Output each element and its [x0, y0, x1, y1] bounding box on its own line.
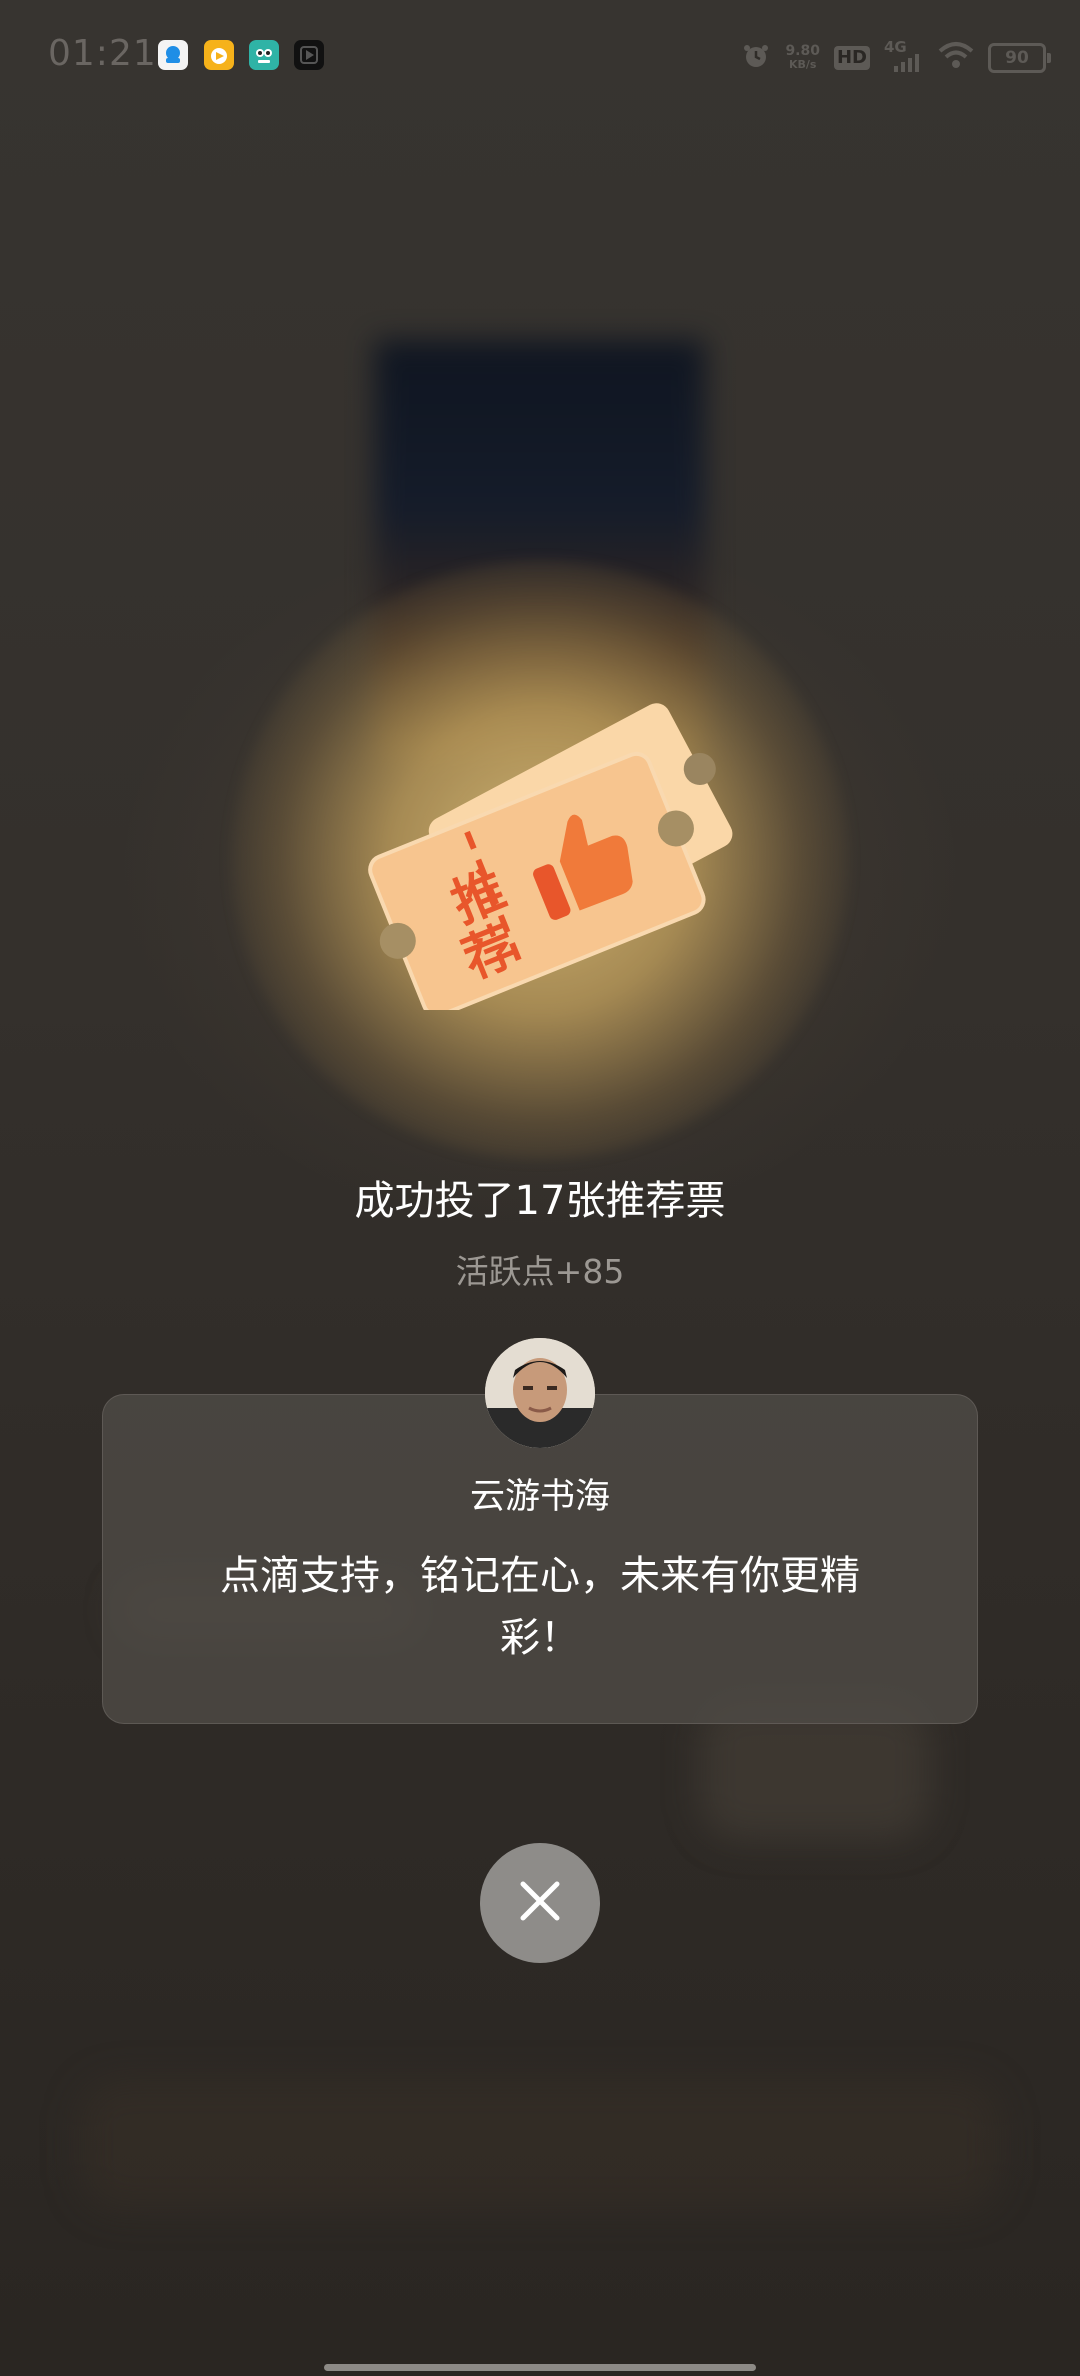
status-icons: 9.80 KB/s HD 4G 90 — [741, 38, 1051, 78]
activity-points: 活跃点+85 — [455, 1252, 625, 1291]
author-message: 点滴支持，铭记在心，未来有你更精彩！ — [220, 1553, 860, 1661]
qq-icon — [158, 40, 188, 70]
status-time: 01:21 — [48, 33, 157, 74]
network-speed: 9.80 KB/s — [785, 44, 820, 72]
author-avatar[interactable] — [485, 1338, 595, 1448]
blurred-bottom-block — [80, 2080, 1000, 2210]
recommend-ticket-illustration: 推 荐 — [365, 680, 745, 1018]
video-app-icon — [204, 40, 234, 70]
battery-icon: 90 — [988, 43, 1051, 73]
owl-app-icon — [249, 40, 279, 70]
network-speed-value: 9.80 — [785, 43, 820, 59]
alarm-icon — [741, 41, 771, 75]
home-indicator[interactable] — [324, 2364, 756, 2371]
wifi-icon — [938, 41, 974, 75]
play-app-icon — [294, 40, 324, 70]
network-speed-unit: KB/s — [788, 58, 817, 71]
close-icon — [515, 1876, 565, 1930]
signal-icon: 4G — [884, 38, 924, 74]
hd-badge: HD — [833, 46, 870, 70]
close-button[interactable] — [480, 1843, 600, 1963]
status-bar: 01:21 9.80 KB/s HD 4G 90 — [0, 0, 1080, 115]
battery-level: 90 — [1005, 48, 1029, 68]
author-name: 云游书海 — [469, 1477, 610, 1517]
vote-success-title: 成功投了17张推荐票 — [354, 1178, 726, 1224]
